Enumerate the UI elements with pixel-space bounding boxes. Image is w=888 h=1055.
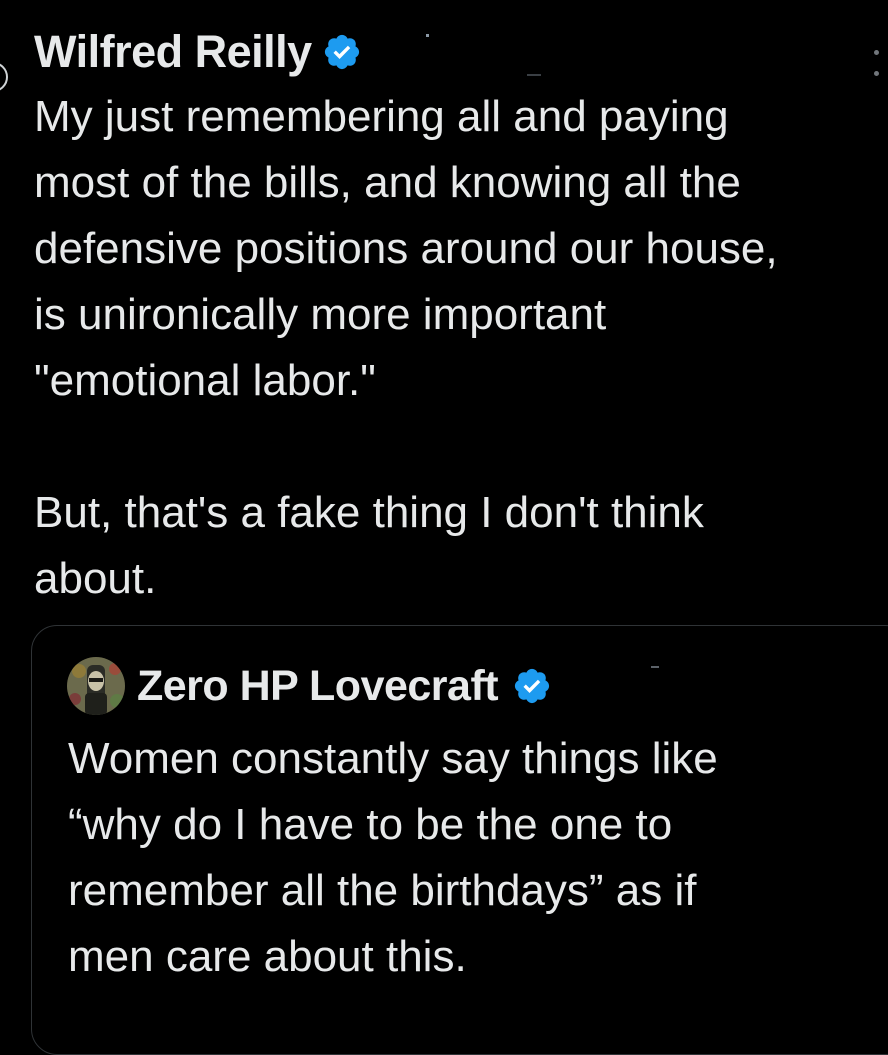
verified-badge-icon[interactable] — [512, 666, 552, 706]
tweet-header: Wilfred Reilly — [34, 20, 362, 84]
tweet-text: My just remembering all and paying most … — [34, 92, 778, 603]
author-avatar[interactable] — [0, 62, 8, 92]
verified-badge-icon[interactable] — [322, 32, 362, 72]
quoted-header-mark — [651, 666, 659, 668]
more-options-icon[interactable] — [864, 46, 888, 80]
quoted-author-name[interactable]: Zero HP Lovecraft — [137, 662, 499, 711]
author-name[interactable]: Wilfred Reilly — [34, 26, 312, 78]
quoted-tweet-text: Women constantly say things like “why do… — [68, 734, 718, 981]
header-divider — [527, 74, 541, 76]
header-mark — [426, 34, 429, 37]
quoted-author-avatar[interactable] — [67, 657, 125, 715]
quoted-tweet-header: Zero HP Lovecraft — [67, 656, 552, 716]
